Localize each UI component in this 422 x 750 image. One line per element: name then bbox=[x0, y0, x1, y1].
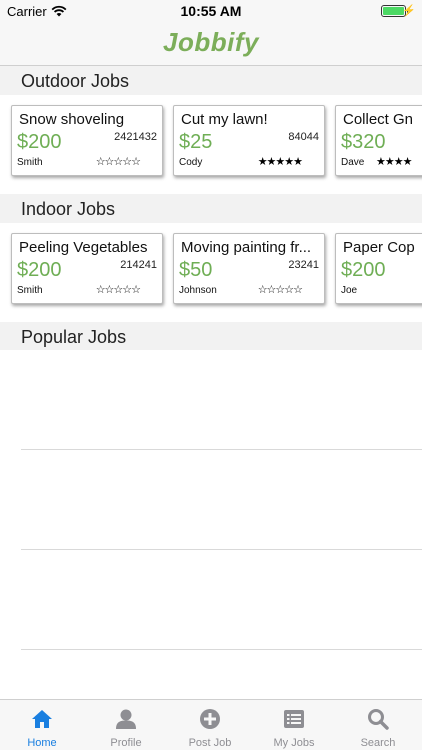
job-card[interactable]: Paper Cop $200 Joe bbox=[335, 233, 422, 304]
job-title: Paper Cop bbox=[343, 239, 415, 256]
section-header-outdoor: Outdoor Jobs bbox=[0, 66, 422, 95]
tab-home[interactable]: Home bbox=[0, 700, 84, 750]
job-poster: Johnson bbox=[179, 285, 217, 296]
indoor-jobs-carousel[interactable]: Peeling Vegetables 214241 $200 Smith ☆☆☆… bbox=[0, 223, 422, 322]
list-icon bbox=[284, 710, 304, 728]
job-card[interactable]: Collect Gn $320 Dave ★★★★ bbox=[335, 105, 422, 176]
popular-jobs-list[interactable] bbox=[0, 350, 422, 699]
job-card[interactable]: Snow shoveling 2421432 $200 Smith ☆☆☆☆☆ bbox=[11, 105, 163, 176]
job-price: $25 bbox=[179, 131, 213, 153]
job-title: Snow shoveling bbox=[19, 111, 125, 128]
charging-icon: ⚡ bbox=[402, 5, 416, 17]
job-poster: Cody bbox=[179, 157, 203, 168]
job-title: Moving painting fr... bbox=[181, 239, 312, 256]
tab-label: Home bbox=[27, 737, 57, 749]
app-title-logo: Jobbify bbox=[163, 27, 259, 57]
job-card[interactable]: Peeling Vegetables 214241 $200 Smith ☆☆☆… bbox=[11, 233, 163, 304]
job-card[interactable]: Cut my lawn! 84044 $25 Cody ★★★★★ bbox=[173, 105, 325, 176]
list-separator bbox=[21, 649, 422, 650]
list-separator bbox=[21, 549, 422, 550]
job-poster: Dave bbox=[341, 157, 365, 168]
search-icon bbox=[368, 709, 389, 730]
job-id: 84044 bbox=[288, 131, 319, 143]
job-price: $200 bbox=[17, 131, 62, 153]
status-time: 10:55 AM bbox=[180, 3, 242, 19]
outdoor-jobs-carousel[interactable]: Snow shoveling 2421432 $200 Smith ☆☆☆☆☆ … bbox=[0, 95, 422, 194]
home-icon bbox=[32, 710, 52, 728]
tab-label: Search bbox=[360, 737, 396, 749]
rating-stars: ☆☆☆☆☆ bbox=[95, 156, 141, 168]
section-title: Outdoor Jobs bbox=[21, 71, 130, 91]
job-price: $200 bbox=[17, 259, 62, 281]
job-title: Cut my lawn! bbox=[181, 111, 268, 128]
tab-post-job[interactable]: Post Job bbox=[168, 700, 252, 750]
navigation-bar: Jobbify bbox=[0, 22, 422, 66]
section-title: Popular Jobs bbox=[21, 327, 127, 347]
list-separator bbox=[21, 449, 422, 450]
job-title: Peeling Vegetables bbox=[19, 239, 148, 256]
rating-stars: ☆☆☆☆☆ bbox=[95, 284, 141, 296]
job-price: $50 bbox=[179, 259, 213, 281]
job-price: $200 bbox=[341, 259, 386, 281]
job-price: $320 bbox=[341, 131, 386, 153]
job-poster: Smith bbox=[17, 157, 43, 168]
job-id: 2421432 bbox=[114, 131, 157, 143]
status-bar: Carrier 10:55 AM ⚡ bbox=[0, 0, 422, 22]
tab-search[interactable]: Search bbox=[336, 700, 420, 750]
rating-stars: ★★★★★ bbox=[257, 156, 303, 168]
job-poster: Joe bbox=[341, 285, 358, 296]
tab-label: Post Job bbox=[188, 737, 232, 749]
section-title: Indoor Jobs bbox=[21, 199, 116, 219]
tab-label: My Jobs bbox=[273, 737, 315, 749]
rating-stars: ☆☆☆☆☆ bbox=[257, 284, 303, 296]
person-icon bbox=[116, 709, 136, 729]
tab-profile[interactable]: Profile bbox=[84, 700, 168, 750]
rating-stars: ★★★★ bbox=[376, 156, 412, 168]
tab-bar: Home Profile Post Job My Jobs Search bbox=[0, 699, 422, 750]
tab-label: Profile bbox=[110, 737, 142, 749]
section-header-indoor: Indoor Jobs bbox=[0, 194, 422, 223]
job-card[interactable]: Moving painting fr... 23241 $50 Johnson … bbox=[173, 233, 325, 304]
job-title: Collect Gn bbox=[343, 111, 414, 128]
job-id: 23241 bbox=[288, 259, 319, 271]
job-poster: Smith bbox=[17, 285, 43, 296]
plus-circle-icon bbox=[200, 709, 220, 729]
section-header-popular: Popular Jobs bbox=[0, 322, 422, 351]
job-id: 214241 bbox=[120, 259, 157, 271]
tab-my-jobs[interactable]: My Jobs bbox=[252, 700, 336, 750]
